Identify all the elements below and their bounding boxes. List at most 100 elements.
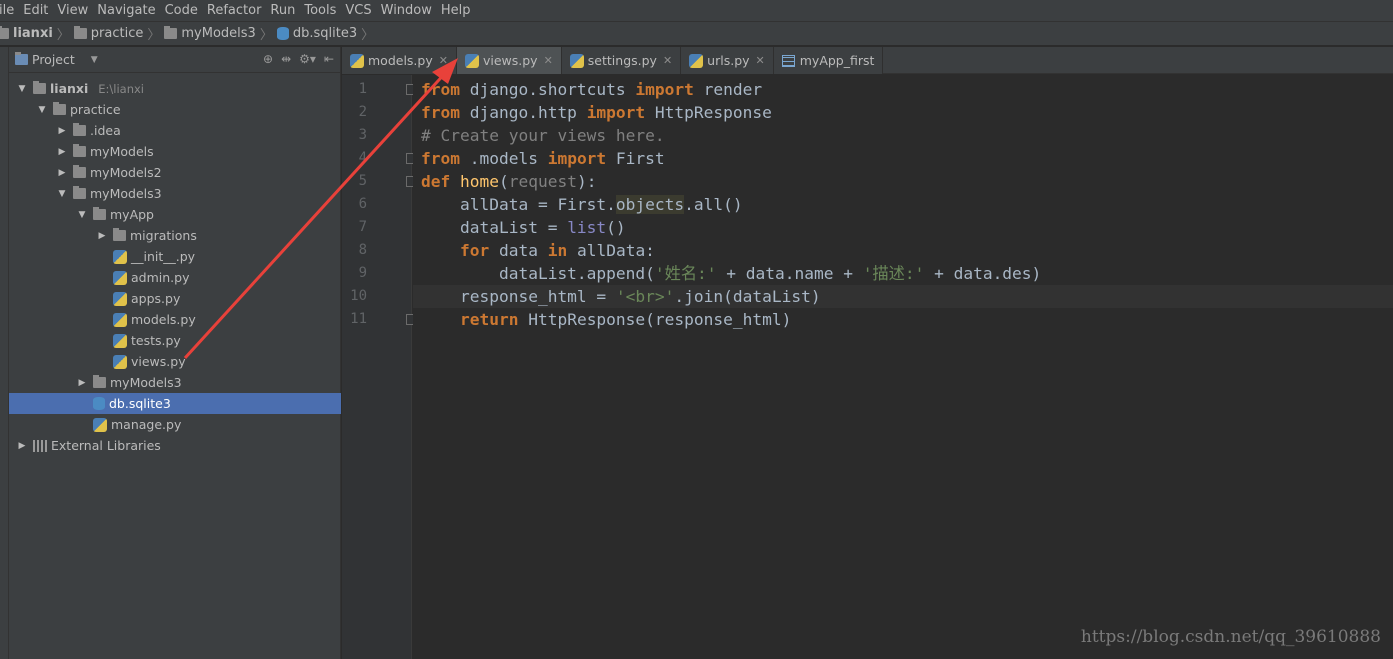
collapse-all-icon[interactable]: ⇹ xyxy=(281,52,291,66)
folder-icon xyxy=(73,26,87,39)
folder-icon xyxy=(164,26,178,39)
python-file-icon xyxy=(113,333,127,348)
close-icon[interactable]: ✕ xyxy=(663,54,672,67)
editor-tab[interactable]: views.py ✕ xyxy=(456,47,562,74)
expand-right-icon[interactable]: ▶ xyxy=(57,147,67,157)
menu-item[interactable]: Code xyxy=(161,3,202,18)
hide-icon[interactable]: ⇤ xyxy=(324,52,334,66)
menu-bar: ile Edit View Navigate Code Refactor Run Tools V… xyxy=(0,0,1393,22)
tree-item[interactable]: ▶ myModels xyxy=(9,141,341,162)
table-icon xyxy=(781,54,795,67)
close-icon[interactable]: ✕ xyxy=(756,54,765,67)
line-number: 2 xyxy=(358,104,367,120)
tree-item[interactable]: ▼ lianxi E:\lianxi xyxy=(9,78,341,99)
expand-right-icon[interactable]: ▶ xyxy=(97,231,107,241)
database-icon xyxy=(276,27,289,40)
code-line[interactable]: # Create your views here. xyxy=(421,124,665,147)
code-line[interactable]: from .models import First xyxy=(421,147,665,170)
code-line[interactable]: dataList.append('姓名:' + data.name + '描述:… xyxy=(421,262,1041,285)
line-number: 7 xyxy=(358,219,367,235)
menu-item[interactable]: Refactor xyxy=(203,3,266,18)
menu-item[interactable]: Help xyxy=(437,3,475,18)
code-line[interactable]: for data in allData: xyxy=(421,239,655,262)
gear-icon[interactable]: ⚙▾ xyxy=(299,52,316,66)
tree-item[interactable]: manage.py xyxy=(9,414,341,435)
menu-item[interactable]: Navigate xyxy=(93,3,159,18)
chevron-down-icon[interactable]: ▼ xyxy=(91,55,98,65)
tree-item-label: __init__.py xyxy=(131,249,196,264)
tree-item[interactable]: ▼ myApp xyxy=(9,204,341,225)
python-file-icon xyxy=(113,354,127,369)
code-line[interactable]: from django.http import HttpResponse xyxy=(421,101,772,124)
tree-item[interactable]: db.sqlite3 xyxy=(9,393,341,414)
editor-tab[interactable]: settings.py ✕ xyxy=(561,47,682,74)
breadcrumb-item[interactable]: practice 〉 xyxy=(73,24,165,43)
line-number: 3 xyxy=(358,127,367,143)
close-icon[interactable]: ✕ xyxy=(544,54,553,67)
code-line[interactable]: allData = First.objects.all() xyxy=(421,193,743,216)
code-line[interactable]: from django.shortcuts import render xyxy=(421,78,762,101)
tree-item-label: myApp xyxy=(110,207,154,222)
breadcrumb-item[interactable]: myModels3 〉 xyxy=(164,24,276,43)
menu-item[interactable]: Window xyxy=(377,3,436,18)
menu-item[interactable]: View xyxy=(53,3,92,18)
tree-item[interactable]: ▼ practice xyxy=(9,99,341,120)
scroll-from-source-icon[interactable]: ⊕ xyxy=(263,52,273,66)
breadcrumb-item[interactable]: db.sqlite3 〉 xyxy=(276,24,378,43)
line-number: 4 xyxy=(358,150,367,166)
expand-down-icon[interactable]: ▼ xyxy=(37,105,47,115)
menu-item[interactable]: Edit xyxy=(19,3,52,18)
tree-item[interactable]: tests.py xyxy=(9,330,341,351)
python-file-icon xyxy=(350,53,364,68)
tree-item[interactable]: ▶ myModels2 xyxy=(9,162,341,183)
project-panel: Project ▼ ⊕ ⇹ ⚙▾ ⇤ ▼ lianxi E:\lianxi ▼ prac… xyxy=(9,47,341,659)
python-file-icon xyxy=(569,53,584,68)
expand-right-icon[interactable]: ▶ xyxy=(17,441,27,451)
tree-item[interactable]: ▶ External Libraries xyxy=(9,435,341,456)
expand-right-icon[interactable]: ▶ xyxy=(57,126,67,136)
project-panel-title[interactable]: Project xyxy=(32,52,75,67)
tree-item-label: myModels xyxy=(90,144,154,159)
tree-item[interactable]: ▶ myModels3 xyxy=(9,372,341,393)
editor-tabs: models.py ✕ views.py ✕ settings.py ✕ urls.py ✕ m… xyxy=(342,47,1393,74)
tree-item[interactable]: __init__.py xyxy=(9,246,341,267)
tree-item[interactable]: views.py xyxy=(9,351,341,372)
code-line[interactable]: response_html = '<br>'.join(dataList) xyxy=(421,285,821,308)
line-number: 8 xyxy=(358,242,367,258)
tree-item[interactable]: ▶ .idea xyxy=(9,120,341,141)
library-icon xyxy=(33,439,47,452)
expand-right-icon[interactable]: ▶ xyxy=(77,378,87,388)
expand-down-icon[interactable]: ▼ xyxy=(77,210,87,220)
editor-tab[interactable]: models.py ✕ xyxy=(342,47,457,74)
tree-item[interactable]: ▶ migrations xyxy=(9,225,341,246)
editor-tab[interactable]: urls.py ✕ xyxy=(681,47,774,74)
editor-tab-label: settings.py xyxy=(587,53,657,68)
menu-item[interactable]: ile xyxy=(0,3,18,18)
code-editor[interactable]: from django.shortcuts import render from … xyxy=(413,75,1393,659)
breadcrumb-item[interactable]: lianxi 〉 xyxy=(0,24,74,43)
tree-item[interactable]: admin.py xyxy=(9,267,341,288)
editor-tab[interactable]: myApp_first xyxy=(773,47,884,74)
tree-item-label: myModels3 xyxy=(90,186,162,201)
tree-item-label: myModels2 xyxy=(90,165,162,180)
folder-icon xyxy=(93,207,106,220)
close-icon[interactable]: ✕ xyxy=(439,54,448,67)
menu-item[interactable]: Tools xyxy=(300,3,340,18)
line-number: 9 xyxy=(358,265,367,281)
code-line[interactable]: def home(request): xyxy=(421,170,596,193)
tree-item[interactable]: models.py xyxy=(9,309,341,330)
folder-icon xyxy=(93,375,106,388)
tree-item[interactable]: ▼ myModels3 xyxy=(9,183,341,204)
code-line[interactable]: return HttpResponse(response_html) xyxy=(421,308,791,331)
expand-down-icon[interactable]: ▼ xyxy=(17,84,27,94)
expand-down-icon[interactable]: ▼ xyxy=(57,189,67,199)
tool-window-strip[interactable] xyxy=(0,47,9,659)
menu-item[interactable]: Run xyxy=(266,3,299,18)
expand-right-icon[interactable]: ▶ xyxy=(57,168,67,178)
menu-item[interactable]: VCS xyxy=(341,3,375,18)
watermark: https://blog.csdn.net/qq_39610888 xyxy=(1080,627,1381,647)
tree-item[interactable]: apps.py xyxy=(9,288,341,309)
folder-icon xyxy=(53,102,66,115)
code-line[interactable]: dataList = list() xyxy=(421,216,626,239)
tree-item-path: E:\lianxi xyxy=(98,81,145,96)
